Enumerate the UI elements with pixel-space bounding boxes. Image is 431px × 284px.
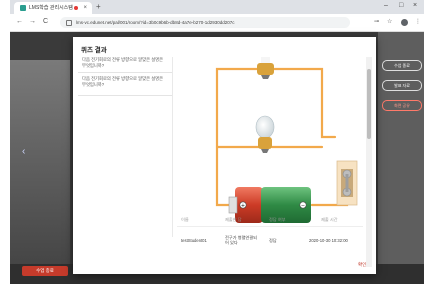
cell-answer: 전구가 병렬연결되어 있다	[225, 235, 257, 245]
cell-name: testStudent01	[181, 238, 207, 243]
prev-slide-icon[interactable]: ‹	[22, 146, 25, 157]
col-correct-header: 정답 여부	[269, 217, 286, 222]
menu-icon[interactable]: ⋮	[415, 18, 421, 27]
star-icon[interactable]: ☆	[387, 18, 392, 27]
browser-tab[interactable]: LMS학습 관리시스템 ×	[14, 2, 92, 14]
presentation-button[interactable]: 발표 자료	[382, 80, 422, 91]
url-text: lms-vc.edunet.net/pal/001/room/?id=3b0c9…	[76, 20, 235, 25]
svg-text:−: −	[301, 203, 305, 209]
url-field[interactable]: lms-vc.edunet.net/pal/001/room/?id=3b0c9…	[60, 17, 350, 28]
col-time-header: 제출 시간	[321, 217, 338, 222]
back-icon[interactable]: ←	[16, 17, 23, 27]
tab-close-icon[interactable]: ×	[83, 2, 87, 14]
modal-scrollbar[interactable]	[366, 57, 372, 267]
reload-icon[interactable]: C	[43, 17, 48, 27]
col-name-header: 이름	[181, 217, 189, 222]
maximize-button[interactable]: □	[399, 1, 403, 11]
switch-icon	[336, 160, 358, 206]
cell-time: 2020-10-30 10:32:00	[309, 238, 348, 243]
question-list: 다음 전기회로의 전류 방향으로 알맞은 설명은 무엇입니까? 다음 전기회로의…	[78, 57, 172, 132]
question-item[interactable]: 다음 전기회로의 전류 방향으로 알맞은 설명은 무엇입니까?	[78, 76, 172, 96]
cell-correct: 정답	[269, 238, 277, 243]
col-answer-header: 제출한 답	[225, 217, 242, 222]
slide-thumbnail[interactable]	[10, 60, 70, 265]
lock-icon	[66, 19, 72, 26]
bulb-icon	[255, 115, 275, 153]
share-screen-button[interactable]: 화면 공유	[382, 100, 422, 111]
confirm-button[interactable]: 확인	[358, 262, 366, 268]
profile-avatar[interactable]	[401, 19, 408, 26]
tab-title: LMS학습 관리시스템	[29, 5, 73, 11]
bulb-icon	[257, 57, 274, 79]
quiz-result-modal: 퀴즈 결과 다음 전기회로의 전류 방향으로 알맞은 설명은 무엇입니까? 다음…	[73, 37, 376, 274]
circuit-image: + −	[215, 57, 358, 223]
modal-title: 퀴즈 결과	[81, 47, 107, 54]
close-window-button[interactable]: ×	[413, 1, 417, 11]
bottom-end-class-button[interactable]: 수업 종료	[22, 266, 68, 276]
question-item[interactable]: 다음 전기회로의 전류 방향으로 알맞은 설명은 무엇입니까?	[78, 57, 172, 73]
table-divider	[177, 226, 363, 227]
key-icon[interactable]: ⊸	[374, 18, 379, 27]
divider	[172, 57, 173, 237]
forward-icon[interactable]: →	[29, 17, 36, 27]
minimize-button[interactable]: –	[384, 1, 388, 11]
address-bar-row: ← → C lms-vc.edunet.net/pal/001/room/?id…	[10, 14, 424, 32]
svg-text:+: +	[241, 203, 245, 209]
end-class-button[interactable]: 수업 종료	[382, 60, 422, 71]
wire	[215, 67, 349, 207]
new-tab-button[interactable]: +	[96, 2, 101, 12]
recording-icon	[74, 6, 78, 10]
favicon-icon	[20, 5, 26, 11]
